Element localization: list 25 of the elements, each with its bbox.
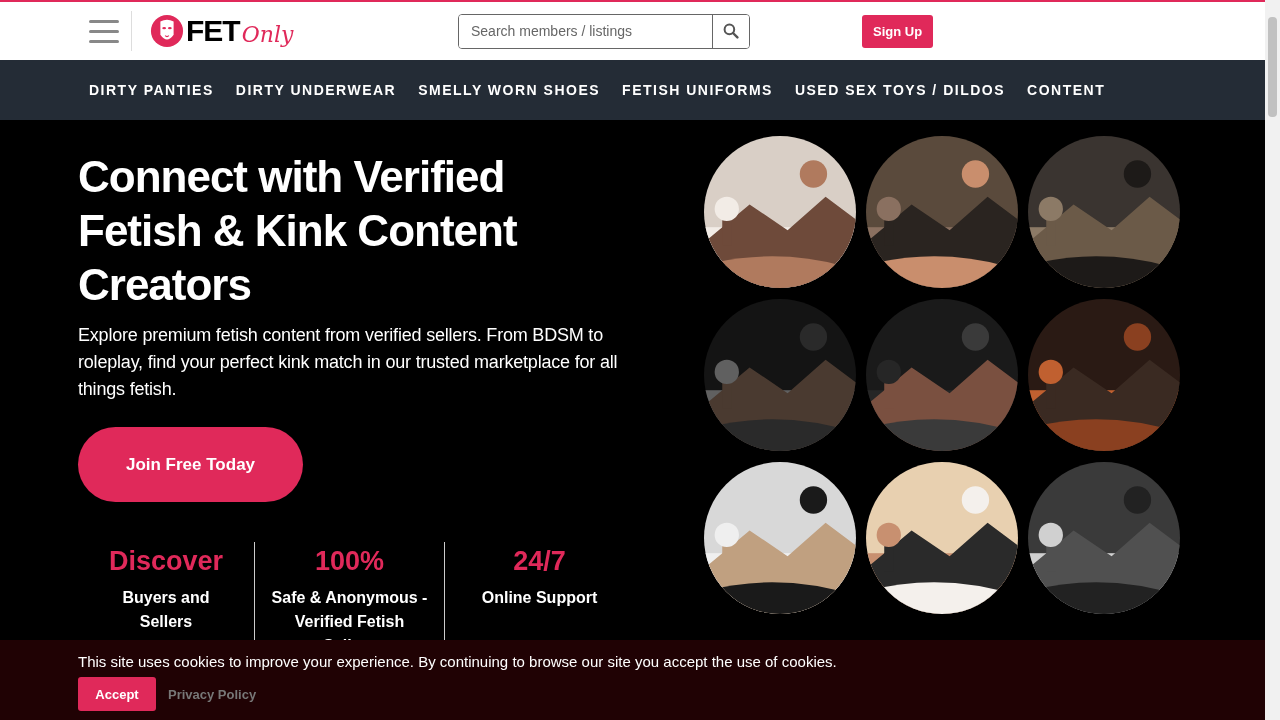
nav-link[interactable]: FETISH UNIFORMS: [622, 82, 773, 98]
menu-icon[interactable]: [89, 19, 119, 43]
nav-link[interactable]: USED SEX TOYS / DILDOS: [794, 82, 1006, 98]
search-icon: [723, 23, 739, 39]
join-button[interactable]: Join Free Today: [78, 427, 303, 502]
stat-value: 100%: [313, 546, 386, 577]
stat-label: Buyers and Sellers: [121, 588, 211, 632]
nav-link[interactable]: DIRTY PANTIES: [89, 82, 214, 98]
nav-link[interactable]: SMELLY WORN SHOES: [418, 82, 601, 98]
search-button[interactable]: [712, 14, 749, 48]
stat-label: Online Support: [480, 588, 599, 608]
hero-text: Explore premium fetish content from verified sellers. From BDSM to roleplay, find your perfect kink match in our trusted marketplace for all things fetish.: [78, 324, 619, 401]
stat-value: Discover: [107, 546, 225, 577]
nav-link[interactable]: DIRTY UNDERWEAR: [235, 82, 397, 98]
cookie-text: This site uses cookies to improve your experience. By continuing to browse our site you accept the use of cookies.: [78, 653, 838, 670]
scrollbar[interactable]: [1265, 0, 1280, 720]
accept-button[interactable]: Accept: [78, 677, 156, 711]
stat-value: 24/7: [512, 546, 567, 577]
privacy-policy-link[interactable]: Privacy Policy: [168, 686, 257, 702]
nav-link[interactable]: CONTENT: [1027, 82, 1106, 98]
sign-up-button[interactable]: Sign Up: [862, 14, 934, 48]
hero-title: Connect with Verified Fetish & Kink Content Creators: [78, 151, 518, 311]
site-logo[interactable]: FETOnly: [150, 14, 294, 48]
mask-icon: [150, 14, 184, 48]
search-field[interactable]: Search members / listings: [458, 13, 750, 49]
